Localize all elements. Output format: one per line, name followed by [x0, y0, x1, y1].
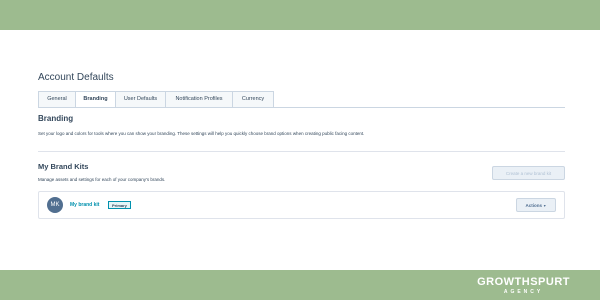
section-divider — [38, 151, 565, 152]
logo-subtitle: AGENCY — [503, 289, 544, 295]
caret-down-icon: ▼ — [543, 204, 547, 208]
tabs-divider — [38, 107, 565, 108]
primary-badge: Primary — [108, 201, 131, 209]
tab-user-defaults[interactable]: User Defaults — [116, 91, 166, 108]
top-decorative-band — [0, 0, 600, 30]
settings-tabs: General Branding User Defaults Notificat… — [38, 91, 274, 108]
tab-general[interactable]: General — [38, 91, 76, 108]
logo-name: GROWTHSPURT — [477, 276, 570, 288]
actions-button[interactable]: Actions▼ — [516, 198, 556, 212]
brand-kit-row: MK My brand kit Primary Actions▼ — [38, 191, 565, 219]
growthspurt-logo: GROWTHSPURT AGENCY — [477, 277, 570, 296]
branding-description: Set your logo and colors for tools where… — [38, 131, 365, 136]
brand-kit-name-link[interactable]: My brand kit — [70, 202, 99, 208]
page-title: Account Defaults — [38, 72, 114, 83]
avatar: MK — [47, 197, 63, 213]
tab-branding[interactable]: Branding — [76, 91, 116, 108]
tab-currency[interactable]: Currency — [233, 91, 274, 108]
tab-notification-profiles[interactable]: Notification Profiles — [166, 91, 233, 108]
brand-kits-description: Manage assets and settings for each of y… — [38, 177, 166, 182]
create-brand-kit-button[interactable]: Create a new brand kit — [492, 166, 565, 180]
brand-kits-title: My Brand Kits — [38, 162, 89, 171]
branding-title: Branding — [38, 114, 74, 123]
actions-label: Actions — [525, 203, 543, 208]
